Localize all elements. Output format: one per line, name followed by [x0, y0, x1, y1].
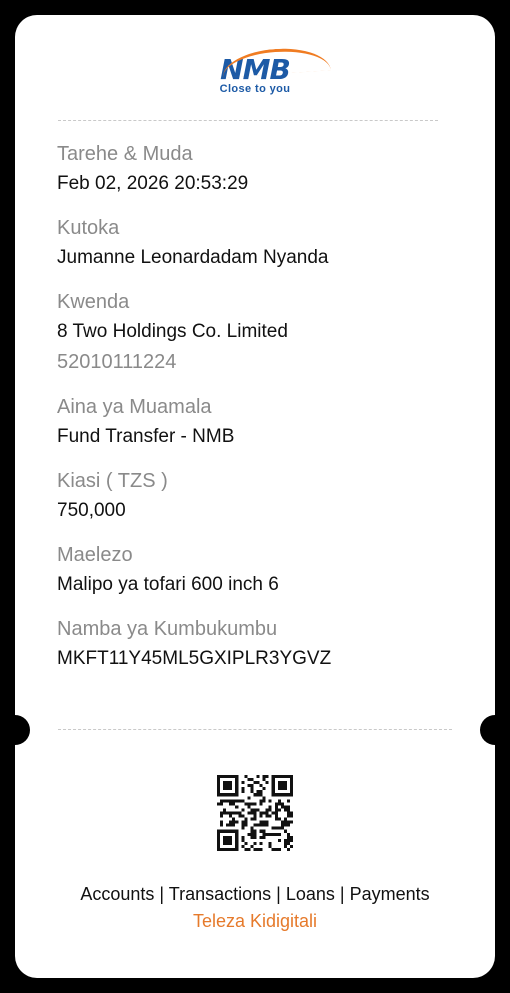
field-description: Maelezo Malipo ya tofari 600 inch 6	[57, 542, 477, 598]
field-value: Feb 02, 2026 20:53:29	[57, 173, 249, 194]
receipt-notch-left	[15, 715, 30, 745]
field-value: MKFT11Y45ML5GXIPLR3YGVZ	[57, 648, 332, 669]
field-label: Namba ya Kumbukumbu	[57, 618, 278, 640]
field-account-number: 52010111224	[57, 351, 177, 373]
footer-link-transactions[interactable]: Transactions	[169, 884, 271, 904]
field-label: Kwenda	[57, 291, 130, 313]
field-value: 750,000	[57, 500, 126, 521]
footer-links: Accounts | Transactions | Loans | Paymen…	[15, 883, 495, 905]
footer-separator: |	[159, 884, 165, 904]
field-from: Kutoka Jumanne Leonardadam Nyanda	[57, 215, 477, 271]
field-reference-number: Namba ya Kumbukumbu MKFT11Y45ML5GXIPLR3Y…	[57, 616, 477, 672]
field-value: Jumanne Leonardadam Nyanda	[57, 247, 329, 268]
field-label: Kiasi ( TZS )	[57, 470, 168, 492]
nmb-logo: NMB Close to you	[15, 45, 495, 95]
transaction-receipt: NMB Close to you Tarehe & Muda Feb 02, 2…	[15, 15, 495, 978]
field-label: Maelezo	[57, 544, 133, 566]
field-transaction-type: Aina ya Muamala Fund Transfer - NMB	[57, 394, 477, 450]
field-label: Aina ya Muamala	[57, 396, 212, 418]
field-to: Kwenda 8 Two Holdings Co. Limited 520101…	[57, 289, 477, 375]
dashed-divider-top	[58, 120, 438, 121]
receipt-fields: Tarehe & Muda Feb 02, 2026 20:53:29 Kuto…	[57, 141, 477, 672]
field-value: Malipo ya tofari 600 inch 6	[57, 574, 279, 595]
field-amount: Kiasi ( TZS ) 750,000	[57, 468, 477, 524]
logo-swoosh-icon	[221, 45, 331, 78]
footer-link-loans[interactable]: Loans	[286, 884, 335, 904]
footer-link-payments[interactable]: Payments	[350, 884, 430, 904]
footer-separator: |	[339, 884, 345, 904]
field-value: 8 Two Holdings Co. Limited	[57, 321, 288, 342]
field-value: Fund Transfer - NMB	[57, 426, 235, 447]
field-label: Tarehe & Muda	[57, 143, 193, 165]
field-date-time: Tarehe & Muda Feb 02, 2026 20:53:29	[57, 141, 477, 197]
field-label: Kutoka	[57, 217, 120, 239]
footer-tagline: Teleza Kidigitali	[192, 911, 318, 931]
footer-link-accounts[interactable]: Accounts	[80, 884, 154, 904]
footer-separator: |	[276, 884, 281, 904]
receipt-notch-right	[480, 715, 495, 745]
qr-code-icon	[217, 775, 293, 851]
dashed-divider-bottom	[58, 729, 452, 730]
